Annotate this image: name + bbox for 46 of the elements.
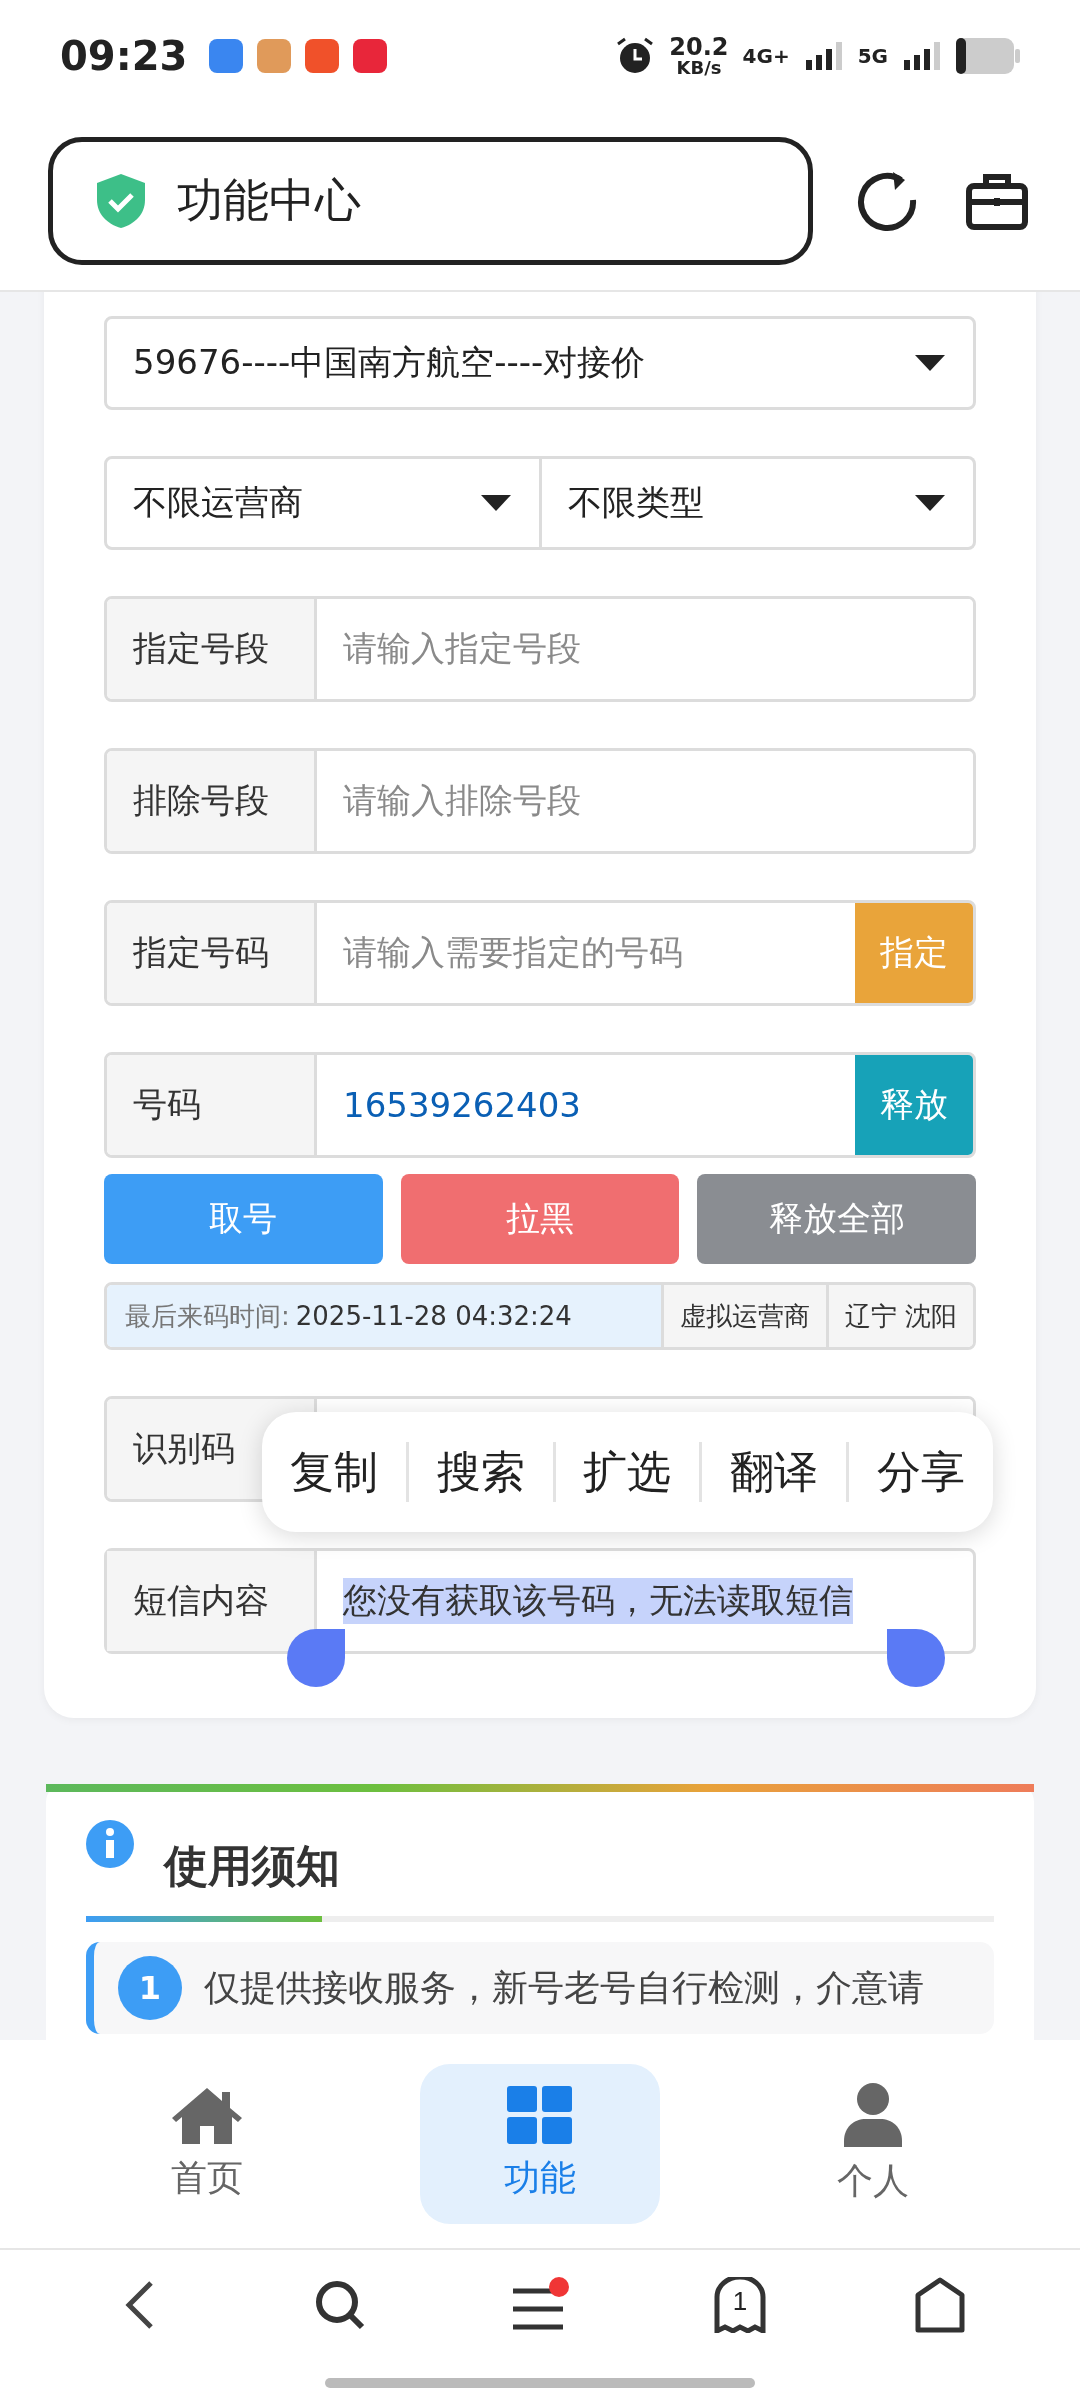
sms-content-field[interactable]: 您没有获取该号码，无法读取短信	[317, 1551, 973, 1651]
last-code-time: 最后来码时间: 2025-11-28 04:32:24	[107, 1285, 661, 1347]
network-type: 5G	[857, 44, 888, 68]
field-label: 排除号段	[107, 751, 317, 851]
carrier-label: 虚拟运营商	[660, 1285, 826, 1347]
location-label: 辽宁 沈阳	[825, 1285, 973, 1347]
context-menu-item[interactable]: 搜索	[405, 1442, 553, 1502]
item-number: 1	[118, 1956, 182, 2020]
notice-title: 使用须知	[164, 1839, 340, 1893]
action-button[interactable]: 释放全部	[697, 1174, 976, 1264]
signal-icon	[902, 42, 942, 70]
selection-handle[interactable]	[287, 1629, 345, 1687]
network-speed-unit: KB/s	[676, 59, 722, 77]
context-menu-item[interactable]: 扩选	[552, 1442, 700, 1502]
field-label: 指定号段	[107, 599, 317, 699]
app-notification-icon	[209, 39, 244, 73]
battery-icon	[956, 38, 1020, 74]
network-type: 4G+	[742, 44, 790, 68]
clock-time: 09:23	[60, 33, 188, 79]
project-dropdown[interactable]: 59676----中国南方航空----对接价	[104, 316, 976, 410]
dropdown-caret-icon	[913, 353, 947, 373]
context-menu-item[interactable]: 翻译	[699, 1442, 847, 1502]
signal-icon	[803, 42, 844, 70]
app-notification-icon	[257, 39, 292, 73]
nav-tab[interactable]: 功能	[420, 2064, 660, 2224]
grid-icon	[507, 2085, 573, 2144]
info-icon	[86, 1820, 134, 1868]
nav-tab[interactable]: 个人	[753, 2064, 994, 2224]
field-label: 号码	[107, 1055, 317, 1155]
page-title: 功能中心	[177, 172, 361, 229]
app-notification-icon	[305, 39, 340, 73]
dropdown-caret-icon	[478, 493, 513, 513]
field-label: 短信内容	[107, 1551, 317, 1651]
field-label: 指定号码	[107, 903, 317, 1003]
carrier-dropdown[interactable]: 不限运营商	[104, 456, 542, 550]
phone-number-field[interactable]: 16539262403	[317, 1055, 855, 1155]
type-dropdown[interactable]: 不限类型	[541, 456, 976, 550]
selection-handle[interactable]	[887, 1629, 945, 1687]
app-notification-icon	[353, 39, 388, 73]
network-speed: 20.2	[669, 35, 729, 59]
user-icon	[844, 2082, 903, 2147]
dropdown-caret-icon	[913, 493, 947, 513]
notice-text: 仅提供接收服务，新号老号自行检测，介意请	[204, 1965, 924, 2010]
shield-check-icon	[97, 174, 145, 228]
context-menu-item[interactable]: 分享	[846, 1442, 993, 1502]
nav-tab[interactable]: 首页	[86, 2064, 327, 2224]
